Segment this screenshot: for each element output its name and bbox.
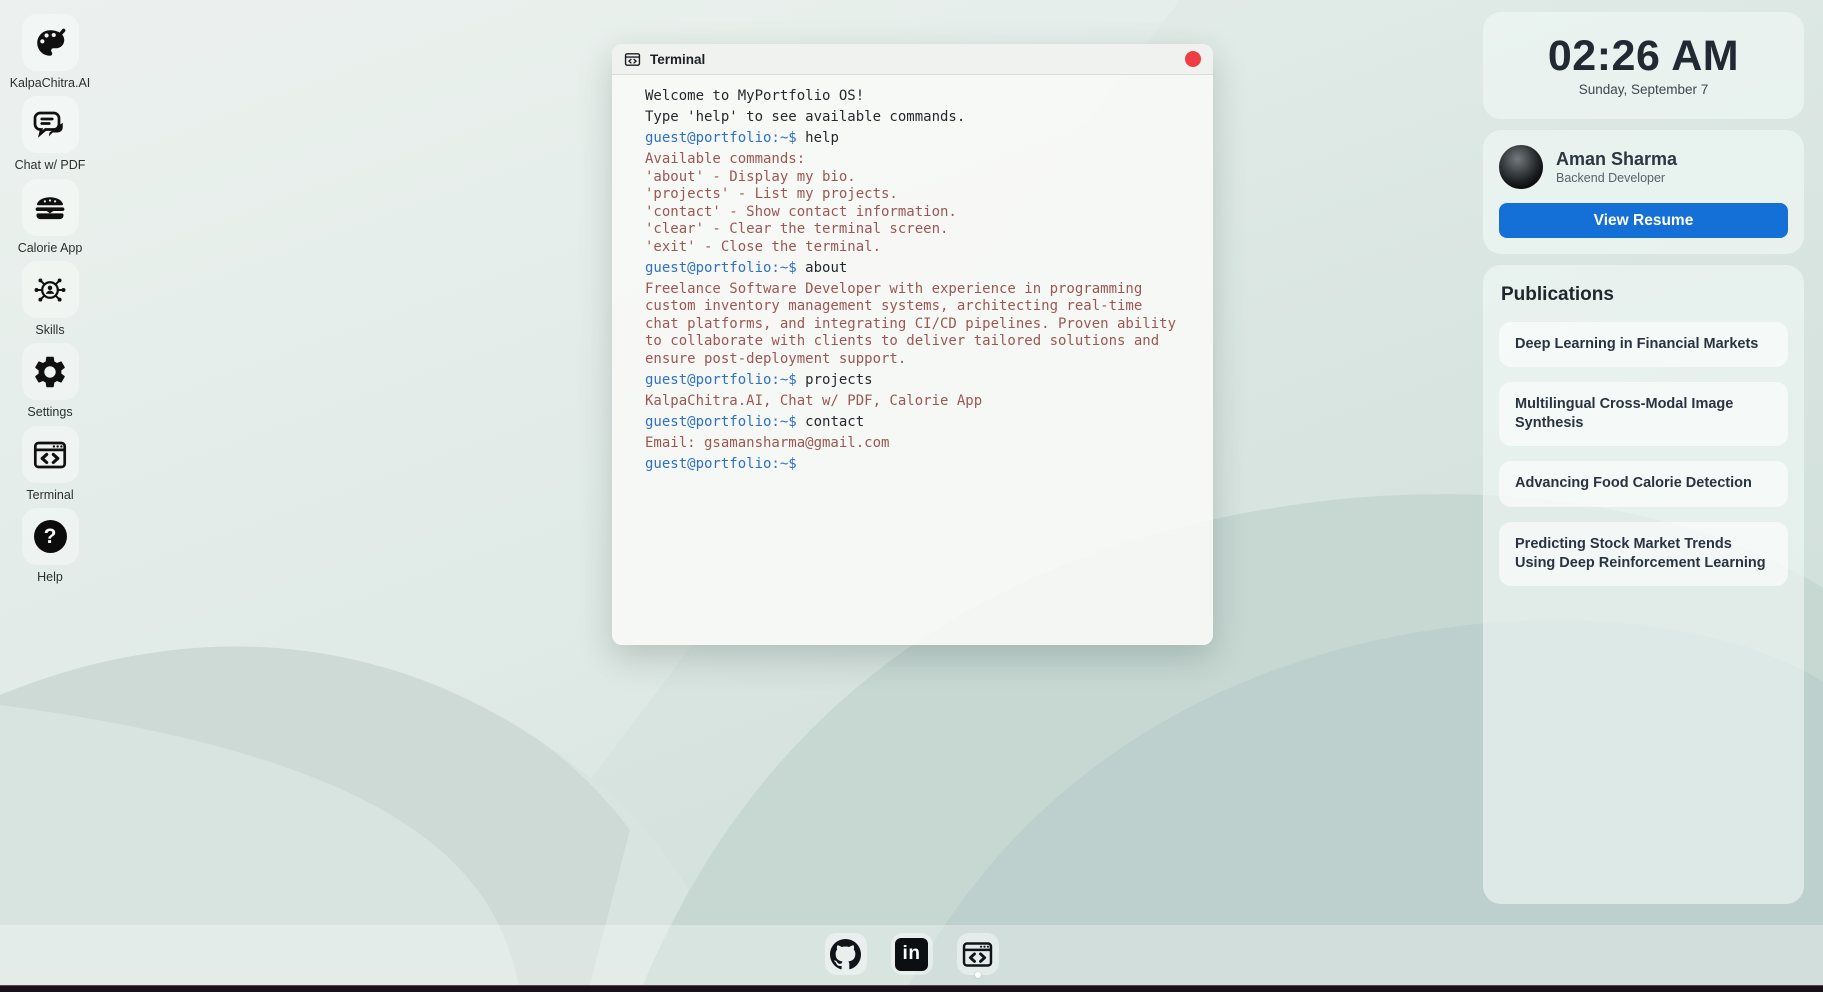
network-icon [22, 261, 79, 318]
desktop-app-chat-w-pdf[interactable]: Chat w/ PDF [0, 96, 100, 173]
right-sidebar: 02:26 AM Sunday, September 7 Aman Sharma… [1483, 12, 1804, 904]
terminal-dock-button[interactable] [957, 933, 999, 978]
app-label: Settings [27, 406, 72, 420]
app-label: Terminal [26, 489, 73, 503]
desktop-app-settings[interactable]: Settings [0, 343, 100, 420]
publication-item[interactable]: Advancing Food Calorie Detection [1499, 461, 1788, 506]
view-resume-button[interactable]: View Resume [1499, 203, 1788, 238]
terminal-window-icon [624, 51, 641, 68]
clock-time: 02:26 AM [1548, 34, 1739, 79]
terminal-body[interactable]: Welcome to MyPortfolio OS! Type 'help' t… [612, 75, 1213, 473]
desktop-app-kalpachitra[interactable]: KalpaChitra.AI [0, 14, 100, 91]
publication-item[interactable]: Deep Learning in Financial Markets [1499, 322, 1788, 367]
terminal-welcome-line: Type 'help' to see available commands. [645, 109, 1193, 127]
terminal-command-line: guest@portfolio:~$ projects [645, 372, 1193, 390]
terminal-welcome-line: Welcome to MyPortfolio OS! [645, 88, 1193, 106]
help-icon: ? [22, 508, 79, 565]
avatar [1499, 145, 1543, 189]
clock-date: Sunday, September 7 [1579, 82, 1709, 97]
desktop-app-skills[interactable]: Skills [0, 261, 100, 338]
app-label: Chat w/ PDF [15, 159, 86, 173]
burger-icon [22, 179, 79, 236]
clock-widget: 02:26 AM Sunday, September 7 [1483, 12, 1804, 119]
close-button[interactable] [1185, 51, 1201, 67]
publications-widget: Publications Deep Learning in Financial … [1483, 265, 1804, 904]
terminal-output: Freelance Software Developer with experi… [645, 281, 1193, 369]
gear-icon [22, 343, 79, 400]
profile-role: Backend Developer [1556, 171, 1677, 185]
terminal-output: KalpaChitra.AI, Chat w/ PDF, Calorie App [645, 393, 1193, 411]
bottom-edge-bar [0, 985, 1823, 992]
dock: in [0, 933, 1823, 978]
terminal-icon [957, 933, 999, 975]
profile-widget: Aman Sharma Backend Developer View Resum… [1483, 130, 1804, 254]
terminal-title: Terminal [650, 52, 705, 67]
linkedin-dock-button[interactable]: in [891, 933, 933, 978]
desktop: KalpaChitra.AI Chat w/ PDF Calorie App [0, 0, 1823, 992]
terminal-prompt-line[interactable]: guest@portfolio:~$ [645, 456, 1193, 474]
publications-title: Publications [1501, 284, 1788, 306]
publication-item[interactable]: Predicting Stock Market Trends Using Dee… [1499, 522, 1788, 586]
desktop-app-help[interactable]: ? Help [0, 508, 100, 585]
terminal-icon [22, 426, 79, 483]
app-label: Help [37, 571, 63, 585]
github-dock-button[interactable] [825, 933, 867, 978]
terminal-titlebar[interactable]: Terminal [612, 44, 1213, 75]
app-label: Skills [35, 324, 64, 338]
terminal-output: Email: gsamansharma@gmail.com [645, 435, 1193, 453]
terminal-command-line: guest@portfolio:~$ about [645, 260, 1193, 278]
github-icon [825, 933, 867, 975]
desktop-app-calorie[interactable]: Calorie App [0, 179, 100, 256]
app-label: KalpaChitra.AI [10, 77, 91, 91]
terminal-output: Available commands: 'about' - Display my… [645, 151, 1193, 256]
chat-icon [22, 96, 79, 153]
active-app-indicator [975, 972, 981, 978]
palette-icon [22, 14, 79, 71]
linkedin-icon: in [891, 933, 933, 975]
terminal-command-line: guest@portfolio:~$ contact [645, 414, 1193, 432]
publication-item[interactable]: Multilingual Cross-Modal Image Synthesis [1499, 382, 1788, 446]
desktop-app-terminal[interactable]: Terminal [0, 426, 100, 503]
profile-name: Aman Sharma [1556, 149, 1677, 170]
terminal-command-line: guest@portfolio:~$ help [645, 130, 1193, 148]
terminal-window: Terminal Welcome to MyPortfolio OS! Type… [612, 44, 1213, 645]
app-label: Calorie App [18, 242, 83, 256]
